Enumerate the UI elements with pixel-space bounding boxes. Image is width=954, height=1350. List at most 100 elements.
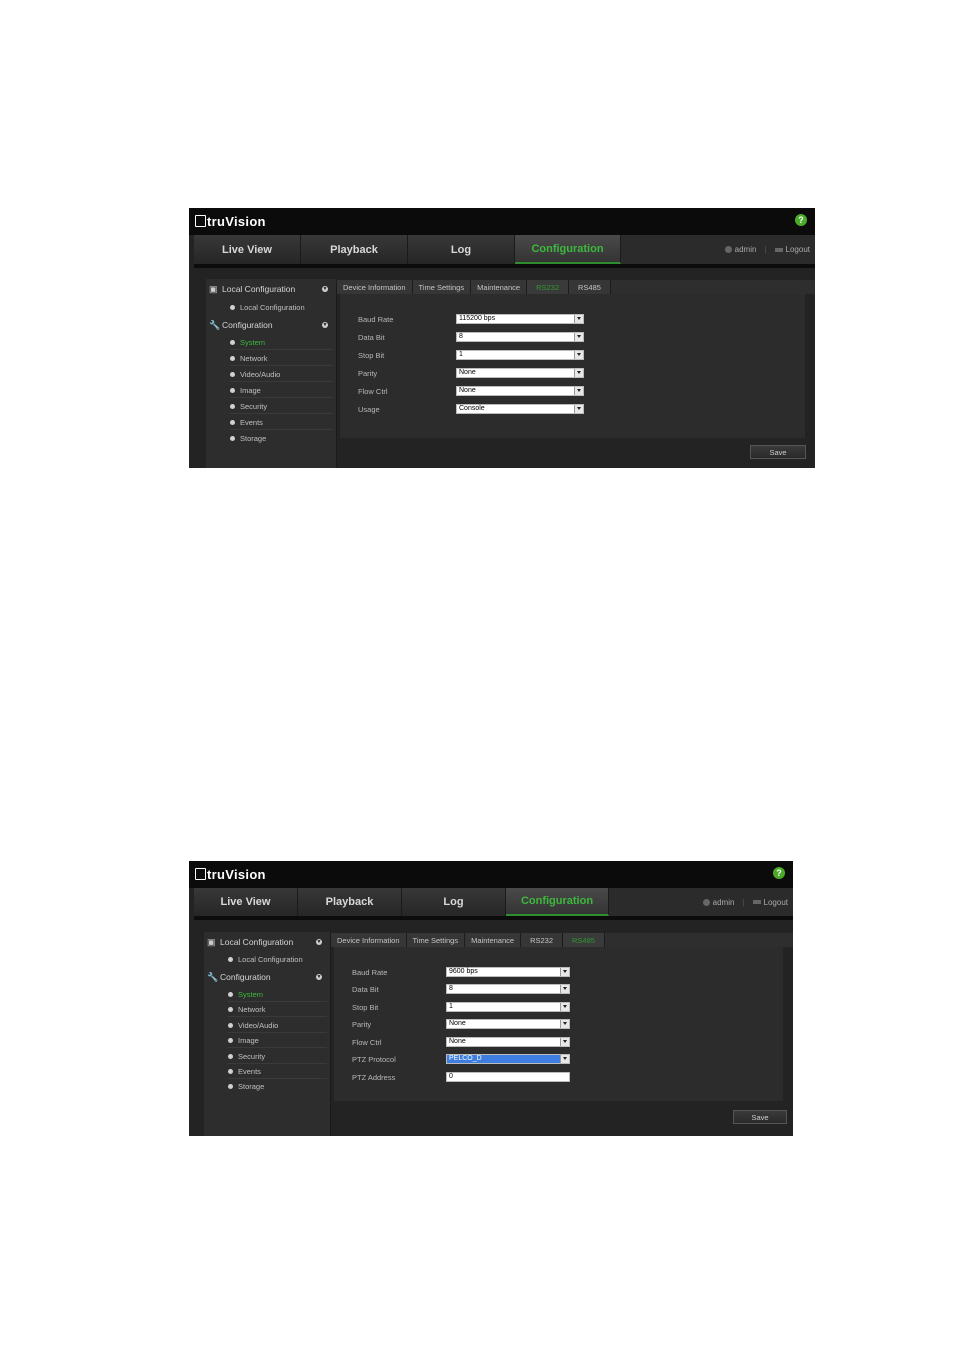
save-button[interactable]: Save bbox=[733, 1110, 787, 1124]
chevron-down-icon[interactable] bbox=[560, 985, 569, 993]
bullet-icon bbox=[228, 991, 233, 997]
chevron-down-icon[interactable] bbox=[574, 333, 583, 341]
sidebar-item-system[interactable]: System bbox=[228, 987, 327, 1002]
tab-rs232[interactable]: RS232 bbox=[521, 933, 563, 947]
sidebar-local-configuration-header[interactable]: ▣ Local Configuration ▼ bbox=[207, 935, 327, 949]
chevron-down-icon[interactable] bbox=[560, 1038, 569, 1046]
user-icon bbox=[702, 898, 710, 906]
parity-select[interactable]: None bbox=[456, 368, 584, 378]
baud-rate-select[interactable]: 9600 bps bbox=[446, 967, 570, 977]
ptz-address-input[interactable]: 0 bbox=[446, 1072, 570, 1082]
sidebar-item-label: Local Configuration bbox=[238, 955, 303, 964]
chevron-down-icon[interactable] bbox=[560, 1020, 569, 1028]
sidebar-item-security[interactable]: Security bbox=[230, 399, 333, 414]
nav-live-view[interactable]: Live View bbox=[194, 888, 298, 916]
nav-configuration[interactable]: Configuration bbox=[515, 235, 621, 264]
tab-rs232[interactable]: RS232 bbox=[527, 280, 569, 294]
help-icon[interactable]: ? bbox=[773, 867, 785, 879]
chevron-down-icon[interactable]: ▼ bbox=[322, 286, 328, 292]
sidebar-item-events[interactable]: Events bbox=[230, 415, 333, 430]
usage-select[interactable]: Console bbox=[456, 404, 584, 414]
flow-ctrl-select[interactable]: None bbox=[456, 386, 584, 396]
bullet-icon bbox=[230, 419, 235, 425]
tab-device-information[interactable]: Device Information bbox=[337, 280, 413, 294]
chevron-down-icon[interactable] bbox=[574, 369, 583, 377]
usage-label: Usage bbox=[358, 405, 380, 414]
tab-rs485[interactable]: RS485 bbox=[563, 933, 605, 947]
help-icon[interactable]: ? bbox=[795, 214, 807, 226]
sidebar-configuration-header[interactable]: 🔧 Configuration ▼ bbox=[209, 318, 333, 332]
data-bit-select[interactable]: 8 bbox=[446, 984, 570, 994]
chevron-down-icon[interactable]: ▼ bbox=[322, 322, 328, 328]
tab-time-settings[interactable]: Time Settings bbox=[406, 933, 466, 947]
sidebar-header-label: Configuration bbox=[222, 320, 273, 330]
bullet-icon bbox=[230, 355, 235, 361]
bullet-icon bbox=[230, 339, 235, 345]
nav-log[interactable]: Log bbox=[402, 888, 506, 916]
sidebar-item-security[interactable]: Security bbox=[228, 1049, 327, 1064]
sidebar-item-image[interactable]: Image bbox=[228, 1033, 327, 1048]
sidebar-item-storage[interactable]: Storage bbox=[230, 431, 333, 446]
sidebar-configuration-header[interactable]: 🔧 Configuration ▼ bbox=[207, 970, 327, 984]
logout-icon bbox=[752, 900, 761, 905]
sidebar-item-system[interactable]: System bbox=[230, 335, 333, 350]
nav-live-view[interactable]: Live View bbox=[194, 235, 301, 264]
sidebar-item-label: System bbox=[240, 337, 266, 347]
baud-rate-select[interactable]: 115200 bps bbox=[456, 314, 584, 324]
flow-ctrl-select[interactable]: None bbox=[446, 1037, 570, 1047]
nav-playback[interactable]: Playback bbox=[301, 235, 408, 264]
sidebar-item-local-configuration[interactable]: Local Configuration bbox=[228, 952, 327, 967]
chevron-down-icon[interactable]: ▼ bbox=[316, 939, 322, 945]
sidebar-local-configuration-header[interactable]: ▣ Local Configuration ▼ bbox=[209, 282, 333, 296]
top-bar: truVision ? bbox=[189, 861, 793, 888]
select-value: 8 bbox=[459, 333, 463, 340]
sidebar-item-local-configuration[interactable]: Local Configuration bbox=[230, 300, 333, 315]
chevron-down-icon[interactable] bbox=[560, 1055, 569, 1063]
sidebar-item-label: Image bbox=[240, 385, 261, 395]
logout-link[interactable]: Logout bbox=[752, 898, 788, 907]
stop-bit-select[interactable]: 1 bbox=[446, 1002, 570, 1012]
chevron-down-icon[interactable]: ▼ bbox=[316, 974, 322, 980]
chevron-down-icon[interactable] bbox=[574, 351, 583, 359]
tab-maintenance[interactable]: Maintenance bbox=[465, 933, 522, 947]
user-link[interactable]: admin bbox=[702, 898, 734, 907]
parity-select[interactable]: None bbox=[446, 1019, 570, 1029]
sidebar-header-label: Configuration bbox=[220, 972, 271, 982]
data-bit-select[interactable]: 8 bbox=[456, 332, 584, 342]
sidebar-item-events[interactable]: Events bbox=[228, 1064, 327, 1079]
sidebar-item-video-audio[interactable]: Video/Audio bbox=[230, 367, 333, 382]
select-value: None bbox=[449, 1038, 466, 1045]
select-value: PELCO_D bbox=[449, 1055, 482, 1062]
user-link[interactable]: admin bbox=[724, 245, 756, 254]
stop-bit-row: Stop Bit bbox=[352, 1002, 378, 1013]
chevron-down-icon[interactable] bbox=[574, 387, 583, 395]
save-button[interactable]: Save bbox=[750, 445, 806, 459]
sidebar-item-network[interactable]: Network bbox=[230, 351, 333, 366]
tab-maintenance[interactable]: Maintenance bbox=[471, 280, 528, 294]
chevron-down-icon[interactable] bbox=[560, 968, 569, 976]
chevron-down-icon[interactable] bbox=[574, 315, 583, 323]
tab-device-information[interactable]: Device Information bbox=[331, 933, 407, 947]
baud-rate-label: Baud Rate bbox=[358, 315, 394, 324]
nav-divider-strip bbox=[194, 916, 793, 920]
chevron-down-icon[interactable] bbox=[574, 405, 583, 413]
stop-bit-select[interactable]: 1 bbox=[456, 350, 584, 360]
nav-log[interactable]: Log bbox=[408, 235, 515, 264]
nav-playback[interactable]: Playback bbox=[298, 888, 402, 916]
tab-rs485[interactable]: RS485 bbox=[569, 280, 611, 294]
sidebar-item-image[interactable]: Image bbox=[230, 383, 333, 398]
select-value: Console bbox=[459, 405, 485, 412]
brand-logo: truVision bbox=[195, 214, 266, 229]
chevron-down-icon[interactable] bbox=[560, 1003, 569, 1011]
sidebar-item-video-audio[interactable]: Video/Audio bbox=[228, 1018, 327, 1033]
sidebar-item-label: Events bbox=[238, 1066, 261, 1076]
sidebar-item-storage[interactable]: Storage bbox=[228, 1079, 327, 1094]
nav-configuration[interactable]: Configuration bbox=[506, 888, 609, 916]
tab-time-settings[interactable]: Time Settings bbox=[412, 280, 472, 294]
sidebar-item-network[interactable]: Network bbox=[228, 1002, 327, 1017]
stop-bit-label: Stop Bit bbox=[358, 351, 385, 360]
ptz-protocol-select[interactable]: PELCO_D bbox=[446, 1054, 570, 1064]
sidebar-item-label: Video/Audio bbox=[238, 1020, 279, 1030]
logout-link[interactable]: Logout bbox=[774, 245, 810, 254]
select-value: None bbox=[449, 1020, 466, 1027]
